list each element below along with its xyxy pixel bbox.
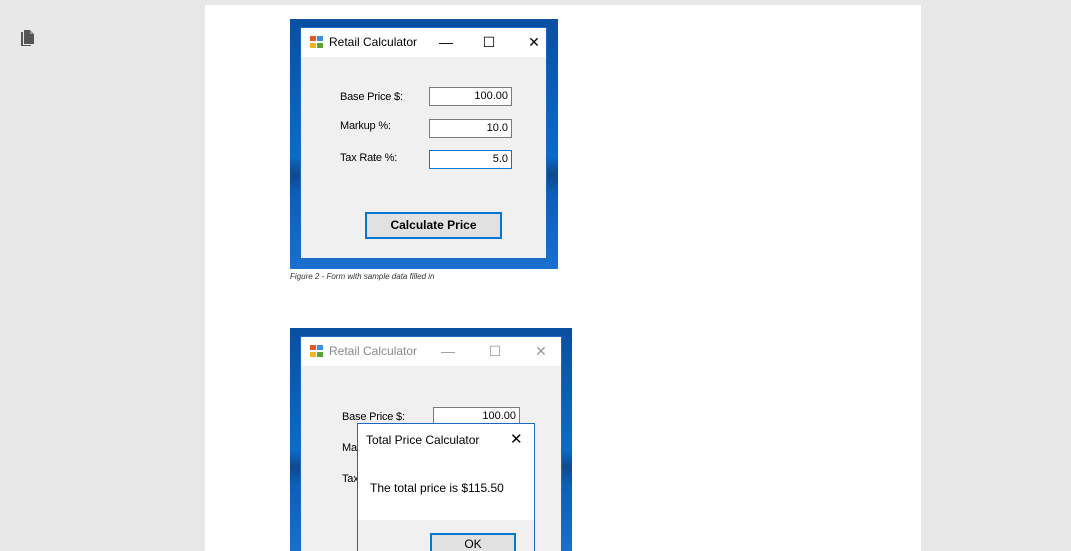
retail-calculator-window-inactive: Retail Calculator — ☐ ✕ Base Price $: 10… [300,336,562,551]
app-icon [310,36,324,49]
base-price-label: Base Price $: [342,411,405,423]
messagebox-text: The total price is $115.50 [370,481,504,495]
figure-caption: Figure 2 - Form with sample data filled … [290,272,435,281]
close-button[interactable]: ✕ [530,341,552,361]
total-price-messagebox: Total Price Calculator ✕ The total price… [357,423,535,551]
tax-rate-label: Tax Rate %: [340,152,398,164]
maximize-button[interactable]: ☐ [478,32,500,52]
maximize-button[interactable]: ☐ [484,341,506,361]
messagebox-title: Total Price Calculator [366,433,480,447]
messagebox-close-button[interactable]: ✕ [510,430,523,448]
ok-button[interactable]: OK [430,533,516,551]
calculate-price-button[interactable]: Calculate Price [365,212,502,239]
screenshot-form-filled: Retail Calculator — ☐ ✕ Base Price $: 10… [290,19,558,269]
retail-calculator-window: Retail Calculator — ☐ ✕ Base Price $: 10… [300,27,547,259]
base-price-label: Base Price $: [340,91,403,103]
markup-label-partial: Ma [342,442,357,454]
markup-input[interactable]: 10.0 [429,119,512,138]
window-title: Retail Calculator [329,344,418,358]
screenshot-result: Retail Calculator — ☐ ✕ Base Price $: 10… [290,328,572,551]
markup-label: Markup %: [340,120,391,132]
minimize-button[interactable]: — [435,32,457,52]
title-bar: Retail Calculator — ☐ ✕ [301,28,546,57]
messagebox-body: Total Price Calculator ✕ The total price… [358,424,534,520]
base-price-input[interactable]: 100.00 [429,87,512,106]
tax-rate-input[interactable]: 5.0 [429,150,512,169]
window-title: Retail Calculator [329,35,418,49]
app-icon [310,345,324,358]
minimize-button[interactable]: — [437,341,459,361]
close-button[interactable]: ✕ [523,32,545,52]
document-icon[interactable] [20,28,36,46]
title-bar: Retail Calculator — ☐ ✕ [301,337,561,366]
